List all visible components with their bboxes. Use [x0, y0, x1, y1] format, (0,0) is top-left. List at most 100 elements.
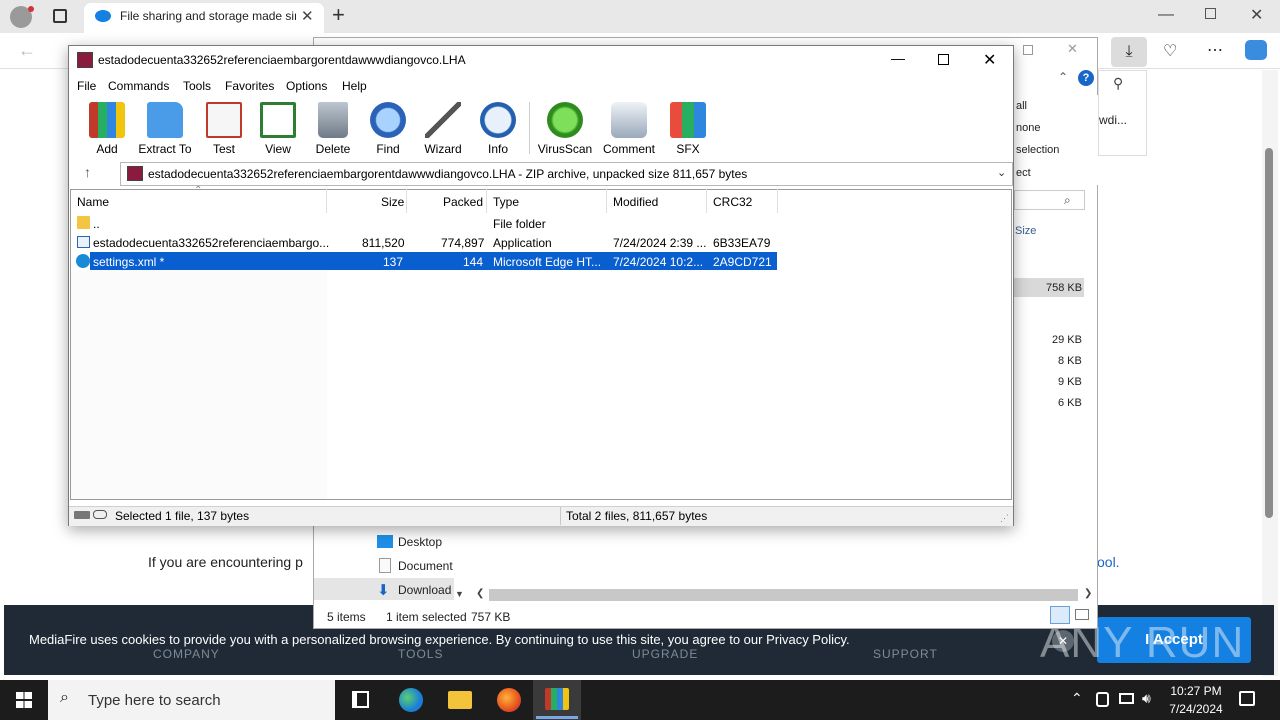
- drive-icon: [74, 511, 90, 519]
- info-icon: [480, 102, 516, 138]
- tray-app-icon[interactable]: [1096, 692, 1109, 707]
- row-parent-name[interactable]: ..: [93, 217, 100, 231]
- explorer-search-box[interactable]: [1014, 190, 1085, 210]
- nav-downloads[interactable]: Download: [398, 583, 451, 597]
- footer-company[interactable]: COMPANY: [153, 647, 220, 661]
- close-browser-icon[interactable]: ✕: [1250, 5, 1263, 25]
- explorer-search-icon[interactable]: ⌕: [1064, 193, 1071, 208]
- help-icon[interactable]: ?: [1078, 70, 1094, 86]
- start-windows-gap: [16, 699, 32, 701]
- copilot-icon[interactable]: [1245, 40, 1267, 60]
- explorer-chevron-icon[interactable]: ⌃: [1058, 70, 1068, 84]
- info-button[interactable]: Info: [469, 100, 527, 156]
- add-archive-icon: [89, 102, 125, 138]
- tiles-view-icon[interactable]: [1075, 609, 1089, 620]
- clock-date[interactable]: 7/24/2024: [1164, 702, 1228, 716]
- task-view-icon[interactable]: [352, 691, 369, 708]
- tab-actions-icon[interactable]: [53, 9, 67, 23]
- nav-documents[interactable]: Document: [398, 559, 453, 573]
- hscroll-right-icon[interactable]: ❯: [1084, 588, 1092, 599]
- footer-support[interactable]: SUPPORT: [873, 647, 938, 661]
- add-button[interactable]: Add: [78, 100, 136, 156]
- view-button[interactable]: View: [249, 100, 307, 156]
- size-value: 29 KB: [1052, 334, 1082, 346]
- menu-help[interactable]: Help: [342, 79, 367, 93]
- extract-to-button[interactable]: Extract To: [136, 100, 194, 156]
- path-dropdown-icon[interactable]: ⌄: [997, 166, 1006, 179]
- column-type[interactable]: Type: [493, 195, 519, 209]
- details-view-icon[interactable]: [1050, 606, 1070, 624]
- notification-center-icon[interactable]: [1239, 691, 1255, 706]
- firefox-taskbar-icon[interactable]: [497, 688, 521, 712]
- wizard-button[interactable]: Wizard: [414, 100, 472, 156]
- edge-taskbar-icon[interactable]: [399, 688, 423, 712]
- winrar-minimize-icon[interactable]: —: [891, 50, 905, 66]
- downloads-button[interactable]: ⤓: [1111, 37, 1147, 67]
- tab-close-icon[interactable]: ✕: [301, 7, 314, 25]
- delete-button[interactable]: Delete: [304, 100, 362, 156]
- menu-options[interactable]: Options: [286, 79, 327, 93]
- wizard-wand-icon: [425, 102, 461, 138]
- encounter-text: If you are encountering p: [148, 554, 303, 570]
- pin-icon[interactable]: ⚲: [1113, 75, 1123, 92]
- nav-desktop[interactable]: Desktop: [398, 535, 442, 549]
- winrar-maximize-icon[interactable]: [938, 54, 949, 65]
- explorer-close-icon[interactable]: ✕: [1067, 41, 1078, 57]
- sfx-button[interactable]: SFX: [659, 100, 717, 156]
- find-button[interactable]: Find: [359, 100, 417, 156]
- size-column-header[interactable]: Size: [1015, 225, 1036, 237]
- select-all-option[interactable]: all: [1016, 100, 1027, 112]
- page-scrollbar-thumb[interactable]: [1265, 148, 1273, 518]
- select-option[interactable]: ect: [1016, 167, 1031, 179]
- virusscan-button[interactable]: VirusScan: [536, 100, 594, 156]
- explorer-restore-icon[interactable]: [1023, 45, 1033, 55]
- test-button[interactable]: Test: [195, 100, 253, 156]
- column-separator: [406, 189, 407, 213]
- resize-grip-icon[interactable]: ⋰: [1000, 513, 1009, 524]
- footer-tools[interactable]: TOOLS: [398, 647, 443, 661]
- horizontal-scrollbar[interactable]: [489, 589, 1078, 601]
- menu-favorites[interactable]: Favorites: [225, 79, 274, 93]
- up-folder-icon[interactable]: ↑: [84, 164, 91, 180]
- hscroll-left-icon[interactable]: ❮: [476, 588, 484, 599]
- clock-time[interactable]: 10:27 PM: [1164, 684, 1228, 698]
- new-tab-button[interactable]: +: [332, 2, 345, 28]
- row-xml-modified: 7/24/2024 10:2...: [613, 255, 704, 269]
- tray-chevron-icon[interactable]: ⌃: [1071, 690, 1083, 707]
- row-app-crc: 6B33EA79: [713, 236, 771, 250]
- winrar-close-icon[interactable]: ✕: [983, 50, 996, 70]
- size-value: 758 KB: [1046, 282, 1083, 294]
- desktop-icon: [377, 535, 393, 548]
- column-name[interactable]: Name: [77, 195, 109, 209]
- tool-link[interactable]: ool.: [1097, 554, 1120, 570]
- winrar-title: estadodecuenta332652referenciaembargoren…: [98, 53, 466, 67]
- comment-button[interactable]: Comment: [600, 100, 658, 156]
- sort-arrow-icon: ⌃: [194, 185, 203, 196]
- more-menu-icon[interactable]: ⋯: [1207, 40, 1223, 60]
- folder-icon: [77, 216, 90, 229]
- minimize-browser-icon[interactable]: —: [1158, 6, 1174, 24]
- file-explorer-taskbar-icon[interactable]: [448, 691, 472, 709]
- menu-file[interactable]: File: [77, 79, 96, 93]
- row-app-name[interactable]: estadodecuenta332652referenciaembargo...: [93, 236, 329, 250]
- select-none-option[interactable]: none: [1016, 122, 1040, 134]
- column-crc32[interactable]: CRC32: [713, 195, 752, 209]
- volume-icon[interactable]: 🔊︎: [1142, 690, 1151, 707]
- nav-scroll-down-icon[interactable]: ▼: [455, 589, 464, 599]
- heartbeat-icon[interactable]: ♡: [1163, 41, 1177, 61]
- invert-selection-option[interactable]: selection: [1016, 144, 1059, 156]
- network-icon[interactable]: [1119, 693, 1134, 704]
- winrar-app-icon: [77, 52, 93, 68]
- column-packed[interactable]: Packed: [443, 195, 483, 209]
- restore-browser-icon[interactable]: [1205, 8, 1216, 19]
- menu-commands[interactable]: Commands: [108, 79, 169, 93]
- footer-upgrade[interactable]: UPGRADE: [632, 647, 698, 661]
- row-xml-packed: 144: [463, 255, 484, 269]
- menu-tools[interactable]: Tools: [183, 79, 211, 93]
- back-icon[interactable]: ←: [18, 40, 36, 61]
- column-size[interactable]: Size: [381, 195, 404, 209]
- column-modified[interactable]: Modified: [613, 195, 658, 209]
- name-column-fill: [71, 270, 327, 499]
- comment-bubble-icon: [611, 102, 647, 138]
- row-xml-name[interactable]: settings.xml *: [93, 255, 164, 269]
